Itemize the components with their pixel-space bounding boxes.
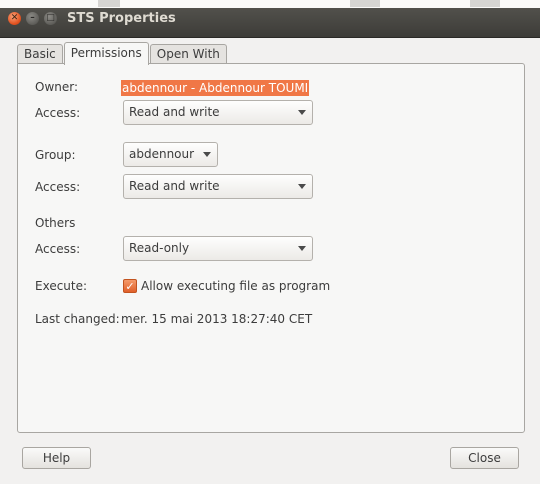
execute-label: Execute:: [35, 279, 88, 293]
dropdown-arrow-icon: [298, 110, 306, 115]
window-maximize-icon[interactable]: □: [44, 12, 57, 25]
group-value: abdennour: [129, 147, 195, 161]
dropdown-arrow-icon: [203, 152, 211, 157]
group-access-label: Access:: [35, 180, 81, 194]
strip-mark: [350, 0, 380, 7]
checkmark-icon: ✓: [125, 279, 135, 293]
help-button[interactable]: Help: [22, 447, 91, 469]
tab-bar: Basic Permissions Open With: [17, 42, 228, 65]
window-title: STS Properties: [67, 11, 176, 26]
others-access-dropdown[interactable]: Read-only: [123, 236, 313, 261]
dropdown-arrow-icon: [298, 184, 306, 189]
group-label: Group:: [35, 148, 76, 162]
execute-checkbox[interactable]: ✓: [123, 279, 137, 293]
dropdown-arrow-icon: [298, 246, 306, 251]
group-access-value: Read and write: [129, 179, 220, 193]
tab-basic[interactable]: Basic: [17, 44, 63, 64]
tab-open-with[interactable]: Open With: [149, 44, 227, 64]
strip-mark: [98, 0, 120, 7]
last-changed-value: mer. 15 mai 2013 18:27:40 CET: [121, 312, 313, 326]
strip-mark: [470, 0, 500, 7]
background-window-strip: [0, 0, 540, 8]
others-access-value: Read-only: [129, 241, 190, 255]
owner-label: Owner:: [35, 80, 79, 94]
window-minimize-icon[interactable]: –: [26, 12, 39, 25]
owner-access-label: Access:: [35, 106, 81, 120]
window-titlebar: ✕ – □ STS Properties: [0, 0, 540, 38]
owner-value[interactable]: abdennour - Abdennour TOUMI: [121, 80, 310, 96]
close-button[interactable]: Close: [450, 447, 519, 469]
tab-permissions[interactable]: Permissions: [63, 42, 149, 65]
execute-checkbox-label[interactable]: Allow executing file as program: [141, 279, 330, 293]
group-access-dropdown[interactable]: Read and write: [123, 174, 313, 199]
owner-access-value: Read and write: [129, 105, 220, 119]
group-dropdown[interactable]: abdennour: [123, 142, 218, 167]
last-changed-label: Last changed:: [35, 312, 120, 326]
window-close-icon[interactable]: ✕: [8, 12, 21, 25]
others-heading: Others: [35, 216, 76, 230]
others-access-label: Access:: [35, 242, 81, 256]
owner-access-dropdown[interactable]: Read and write: [123, 100, 313, 125]
